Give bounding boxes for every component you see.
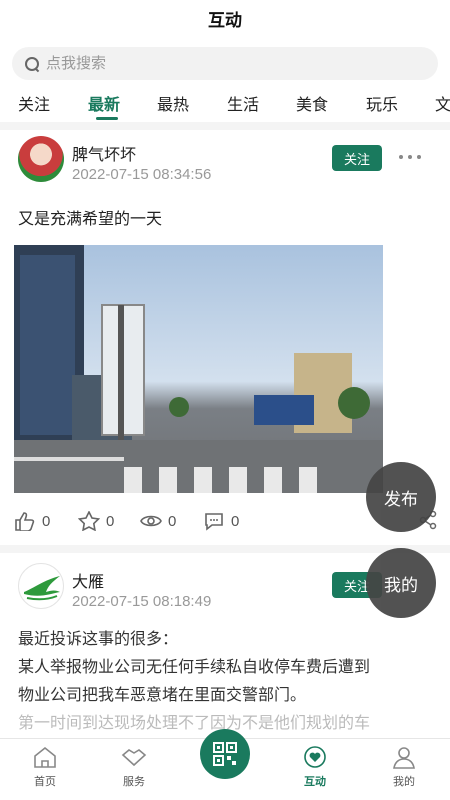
post-username[interactable]: 脾气坏坏 [72,141,136,165]
nav-home-label: 首页 [34,776,56,788]
tab-culture[interactable]: 文 [435,91,450,115]
star-icon [78,511,100,531]
publish-button[interactable]: 发布 [366,462,436,532]
tab-food[interactable]: 美食 [296,91,328,115]
post-line: 物业公司把我车恶意堵在里面交警部门。 [18,687,307,704]
scan-button[interactable] [200,729,250,779]
bird-logo-icon [24,576,60,601]
comment-stat[interactable]: 0 [203,510,239,532]
bottom-nav: 首页 服务 互动 我的 [0,729,450,800]
view-count: 0 [168,512,177,530]
my-posts-button[interactable]: 我的 [366,548,436,618]
avatar[interactable] [18,563,64,609]
category-tabs: 关注 最新 最热 生活 美食 玩乐 文 [0,86,450,122]
nav-interact[interactable]: 互动 [280,745,350,789]
like-stat[interactable]: 0 [14,510,50,532]
street-photo-icon [14,245,383,493]
post-image[interactable] [14,245,383,493]
interact-heart-icon [304,746,326,768]
search-icon [24,56,40,72]
search-bar[interactable] [12,47,438,80]
post-content: 最近投诉这事的很多： 某人举报物业公司无任何手续私自收停车费后遭到 物业公司把我… [18,626,438,738]
post-line: 某人举报物业公司无任何手续私自收停车费后遭到 [18,659,371,676]
post-timestamp: 2022-07-15 08:18:49 [72,593,212,610]
avatar[interactable] [18,136,64,182]
tab-follow[interactable]: 关注 [18,91,50,115]
post-username[interactable]: 大雁 [72,568,104,592]
favorite-stat[interactable]: 0 [78,510,114,532]
post-text: 又是充满希望的一天 [18,211,163,228]
qr-code-icon [213,742,237,766]
like-count: 0 [42,512,51,530]
post-line: 最近投诉这事的很多： [18,631,179,648]
post-timestamp: 2022-07-15 08:34:56 [72,166,212,183]
comment-count: 0 [231,512,240,530]
search-input[interactable] [46,55,346,72]
home-icon [34,746,56,768]
nav-interact-label: 互动 [304,776,326,788]
tab-fun[interactable]: 玩乐 [366,91,398,115]
tab-life[interactable]: 生活 [227,91,259,115]
app-header: 互动 [0,0,450,36]
eye-icon [140,515,162,527]
tab-latest[interactable]: 最新 [88,91,120,115]
nav-service[interactable]: 服务 [99,745,169,789]
page-title: 互动 [208,10,242,30]
nav-service-label: 服务 [123,776,145,788]
active-tab-indicator [96,117,118,120]
favorite-count: 0 [106,512,115,530]
view-stat[interactable]: 0 [140,510,176,532]
section-divider [0,122,450,130]
more-options-icon[interactable] [399,154,421,160]
follow-button[interactable]: 关注 [332,145,382,171]
nav-mine[interactable]: 我的 [369,745,439,789]
user-icon [393,747,415,769]
thumbs-up-icon [15,512,35,531]
nav-mine-label: 我的 [393,776,415,788]
nav-home[interactable]: 首页 [10,745,80,789]
comment-icon [205,513,223,531]
handshake-icon [121,749,147,767]
tab-hot[interactable]: 最热 [157,91,189,115]
